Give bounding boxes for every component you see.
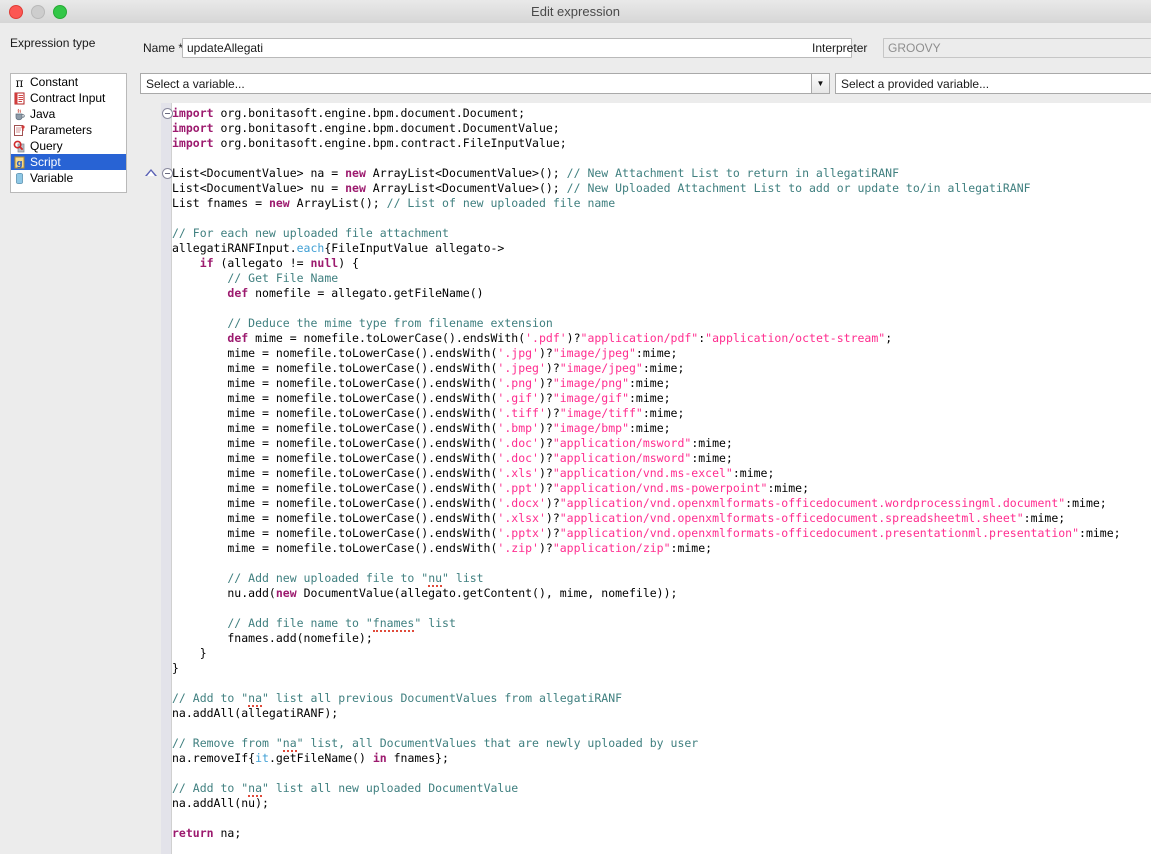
provided-variable-select[interactable]: Select a provided variable... [835,73,1151,94]
expression-type-item-java[interactable]: Java [11,106,126,122]
expression-type-item-label: Variable [30,171,74,185]
expression-type-item-label: Parameters [30,123,93,137]
window-title: Edit expression [531,4,620,19]
expression-type-item-label: Script [30,155,61,169]
parameters-icon [13,124,26,137]
expression-type-item-script[interactable]: g Script [11,154,126,170]
expression-type-list[interactable]: π Constant Contract Input Java Parameters Que… [10,73,127,193]
magnifier-query-icon [13,140,26,153]
provided-variable-select-label: Select a provided variable... [841,76,990,91]
interpreter-input[interactable] [883,38,1151,58]
variable-select[interactable]: Select a variable... ▼ [140,73,830,94]
name-row: Name * Interpreter [135,38,1151,60]
expression-type-item-contract-input[interactable]: Contract Input [11,90,126,106]
svg-text:g: g [16,159,22,169]
contract-document-icon [13,92,26,105]
window-titlebar: Edit expression [0,0,1151,24]
editor-gutter-annotations[interactable] [161,103,171,854]
java-cup-icon [13,108,26,121]
expression-type-item-query[interactable]: Query [11,138,126,154]
chevron-down-icon[interactable]: ▼ [811,74,829,93]
variable-select-label: Select a variable... [146,76,245,91]
expression-type-item-label: Constant [30,75,79,89]
expression-type-item-parameters[interactable]: Parameters [11,122,126,138]
expression-type-item-label: Query [30,139,63,153]
svg-text:π: π [16,76,24,89]
name-input[interactable] [182,38,852,58]
script-page-icon: g [13,156,26,169]
expression-type-pane: Expression type π Constant Contract Input J… [0,23,135,854]
expression-type-item-label: Contract Input [30,91,106,105]
code-annotation-marker-icon[interactable] [145,169,157,176]
pi-icon: π [13,76,26,90]
expression-type-item-constant[interactable]: π Constant [11,74,126,90]
interpreter-label: Interpreter [812,41,868,55]
expression-type-item-label: Java [30,107,56,121]
variable-cylinder-icon [13,172,26,185]
edit-expression-window: Edit expression Expression type π Constan… [0,0,1151,854]
editor-gutter-folding[interactable] [135,103,161,854]
editor-code-text[interactable]: import org.bonitasoft.engine.bpm.documen… [172,103,1151,841]
script-editor[interactable]: import org.bonitasoft.engine.bpm.documen… [135,103,1151,854]
editor-code-area[interactable]: import org.bonitasoft.engine.bpm.documen… [172,103,1151,854]
variable-selects-row: Select a variable... ▼ Select a provided… [135,73,1151,95]
name-label: Name * [143,41,184,55]
expression-type-heading: Expression type [10,36,96,50]
expression-main-pane: Name * Interpreter Select a variable... … [135,23,1151,854]
expression-type-item-variable[interactable]: Variable [11,170,126,186]
